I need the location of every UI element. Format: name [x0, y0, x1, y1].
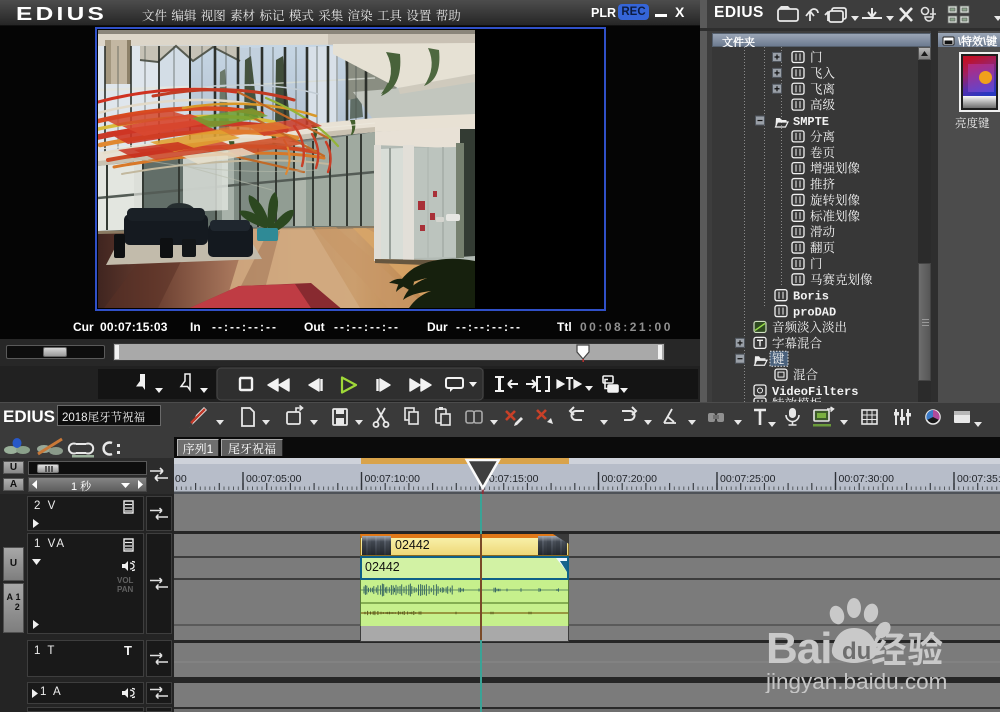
svg-text:门: 门 [810, 256, 823, 271]
svg-text:jingyan.baidu.com: jingyan.baidu.com [765, 669, 947, 693]
svg-text:混合: 混合 [793, 367, 819, 382]
svg-text:推挤: 推挤 [810, 177, 836, 192]
svg-text:经验: 经验 [871, 630, 944, 670]
svg-text:标准划像: 标准划像 [810, 208, 861, 223]
svg-text:分离: 分离 [810, 129, 835, 144]
svg-text:高级: 高级 [810, 97, 836, 112]
svg-text:翻页: 翻页 [810, 241, 836, 255]
svg-text:键: 键 [772, 351, 785, 366]
svg-text:du: du [842, 638, 871, 665]
svg-text:旋转划像: 旋转划像 [810, 192, 861, 207]
svg-text:马赛克划像: 马赛克划像 [810, 272, 873, 287]
svg-text:SMPTE: SMPTE [793, 115, 829, 129]
svg-text:Bai: Bai [766, 624, 831, 673]
svg-text:Boris: Boris [793, 290, 829, 304]
svg-text:飞入: 飞入 [810, 66, 836, 80]
svg-text:proDAD: proDAD [793, 306, 836, 320]
svg-text:门: 门 [810, 50, 823, 65]
svg-text:字幕混合: 字幕混合 [772, 335, 823, 350]
svg-text:00:07:30:00: 00:07:30:00 [839, 473, 895, 485]
svg-text:音频淡入淡出: 音频淡入淡出 [772, 319, 847, 334]
svg-text:滑动: 滑动 [810, 224, 836, 239]
svg-text:00:07:05:00: 00:07:05:00 [246, 473, 302, 485]
svg-text:00:07:35:0: 00:07:35:0 [957, 473, 1000, 485]
svg-text:00:07:25:00: 00:07:25:00 [720, 473, 776, 485]
svg-text:00:07:10:00: 00:07:10:00 [365, 473, 421, 485]
svg-text:增强划像: 增强划像 [810, 161, 861, 176]
svg-text:飞离: 飞离 [810, 82, 835, 96]
svg-text:00: 00 [175, 473, 187, 485]
svg-text:卷页: 卷页 [810, 146, 836, 160]
svg-text:00:07:20:00: 00:07:20:00 [602, 473, 658, 485]
